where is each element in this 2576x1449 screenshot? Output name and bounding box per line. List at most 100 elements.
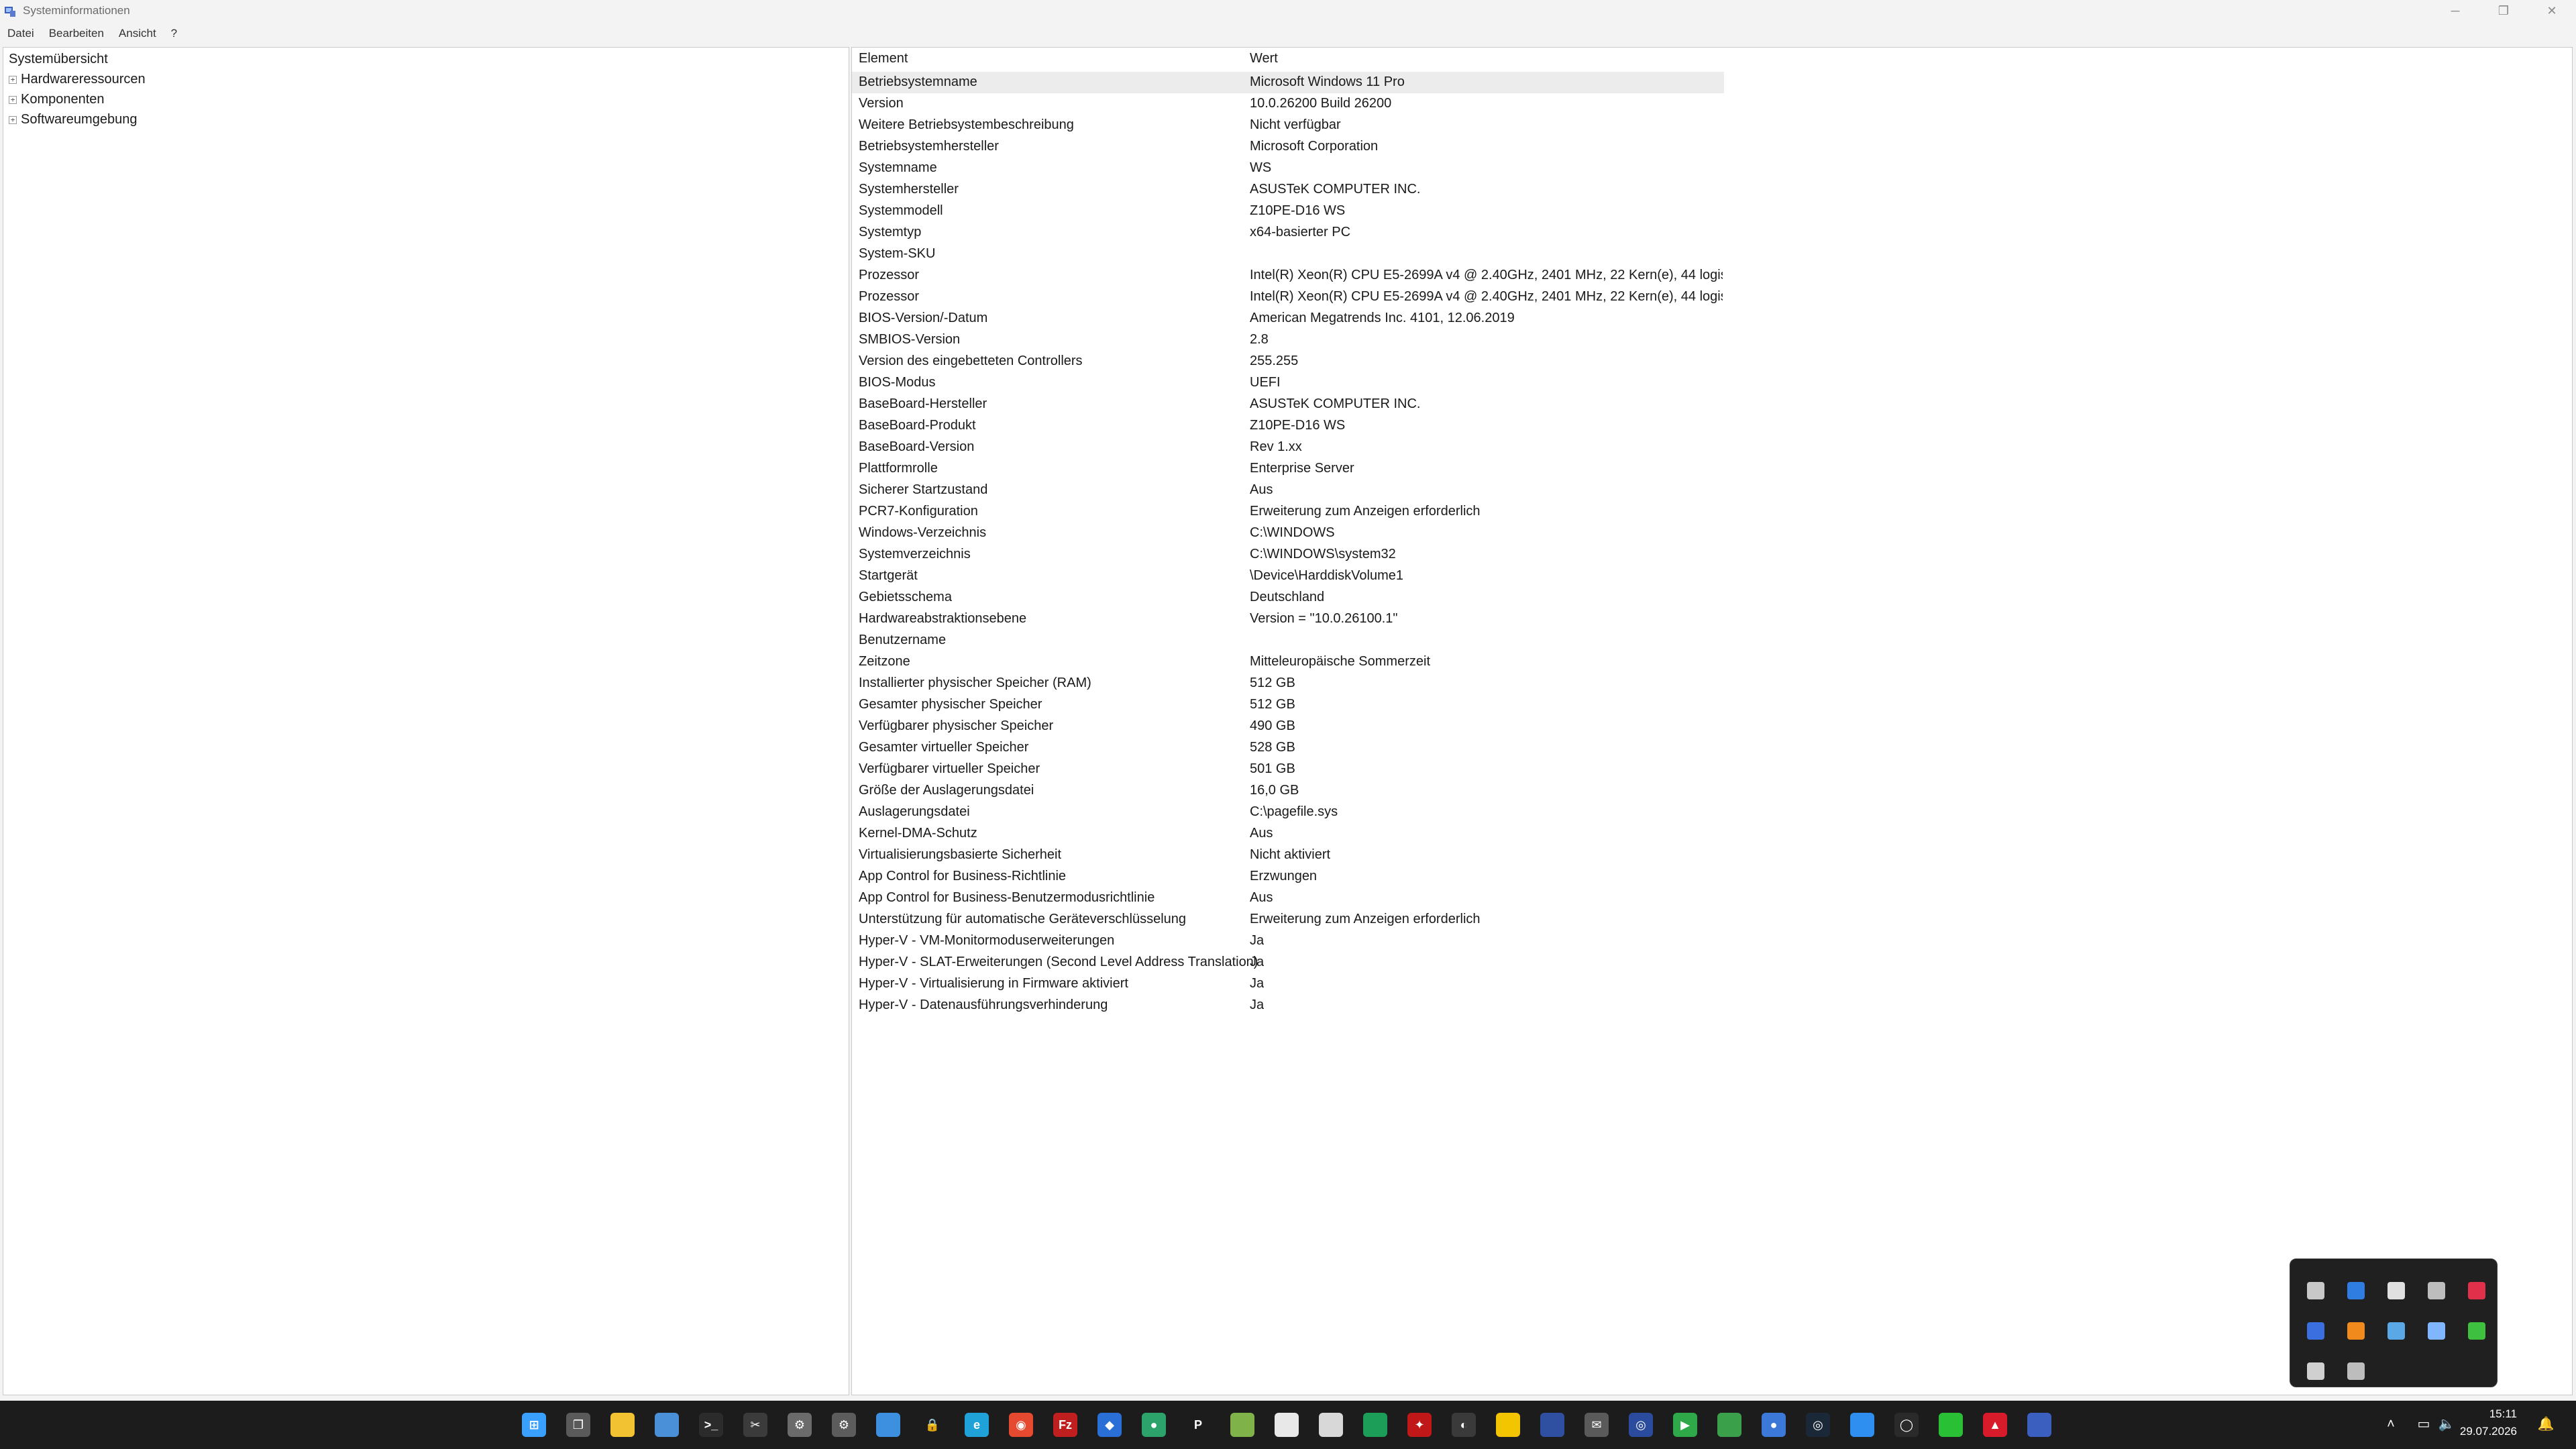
tray-app-2-icon[interactable] (2347, 1282, 2365, 1299)
table-row[interactable]: Virtualisierungsbasierte Sicherheit Nicht… (852, 845, 1724, 866)
table-row[interactable]: Systemmodell Z10PE-D16 WS (852, 201, 1724, 222)
table-row[interactable]: Größe der Auslagerungsdatei 16,0 GB (852, 780, 1724, 802)
tray-steam-icon[interactable] (2387, 1322, 2405, 1340)
app-globe-icon[interactable]: ◎ (1629, 1413, 1653, 1437)
tree-item-components[interactable]: + Komponenten (9, 92, 105, 107)
table-row[interactable]: Betriebsystemname Microsoft Windows 11 Pr… (852, 72, 1724, 93)
minimize-button[interactable]: ─ (2431, 0, 2479, 22)
settings-icon[interactable]: ⚙ (788, 1413, 812, 1437)
tray-app-9-icon[interactable] (2428, 1322, 2445, 1340)
clock-time[interactable]: 15:11 (2489, 1407, 2517, 1421)
table-row[interactable]: Sicherer Startzustand Aus (852, 480, 1724, 501)
column-header-value[interactable]: Wert (1250, 51, 1278, 66)
terminal-icon[interactable]: >_ (699, 1413, 723, 1437)
volume-icon[interactable]: 🔈 (2438, 1415, 2455, 1433)
app-drop-icon[interactable]: ● (1762, 1413, 1786, 1437)
app-monitor-icon[interactable] (1939, 1413, 1963, 1437)
table-row[interactable]: Betriebsystemhersteller Microsoft Corpora… (852, 136, 1724, 158)
photos-icon[interactable] (876, 1413, 900, 1437)
app-book-icon[interactable] (1319, 1413, 1343, 1437)
details-table[interactable]: Element Wert Betriebsystemname Microsoft … (851, 47, 2573, 1395)
table-row[interactable]: Unterstützung für automatische Gerätever… (852, 909, 1724, 930)
table-row[interactable]: Systemhersteller ASUSTeK COMPUTER INC. (852, 179, 1724, 201)
app-p-icon[interactable]: P (1186, 1413, 1210, 1437)
close-button[interactable]: ✕ (2528, 0, 2576, 22)
table-row[interactable]: BaseBoard-Produkt Z10PE-D16 WS (852, 415, 1724, 437)
table-row[interactable]: Prozessor Intel(R) Xeon(R) CPU E5-2699A v… (852, 265, 1724, 286)
app-doc-icon[interactable] (1540, 1413, 1564, 1437)
table-row[interactable]: Hyper-V - Datenausführungsverhinderung Ja (852, 995, 1724, 1016)
table-row[interactable]: Installierter physischer Speicher (RAM) 5… (852, 673, 1724, 694)
table-row[interactable]: Systemname WS (852, 158, 1724, 179)
filezilla-icon[interactable]: Fz (1053, 1413, 1077, 1437)
task-view-icon[interactable]: ❐ (566, 1413, 590, 1437)
table-row[interactable]: Kernel-DMA-Schutz Aus (852, 823, 1724, 845)
table-row[interactable]: Hyper-V - SLAT-Erweiterungen (Second Lev… (852, 952, 1724, 973)
table-row[interactable]: Systemverzeichnis C:\WINDOWS\system32 (852, 544, 1724, 566)
expand-icon[interactable]: + (9, 95, 17, 104)
app-remote-icon[interactable] (655, 1413, 679, 1437)
table-row[interactable]: Gebietsschema Deutschland (852, 587, 1724, 608)
table-row[interactable]: Zeitzone Mitteleuropäische Sommerzeit (852, 651, 1724, 673)
table-row[interactable]: App Control for Business-Benutzermodusri… (852, 888, 1724, 909)
app-arrow-icon[interactable]: ▶ (1673, 1413, 1697, 1437)
app-gauge-icon[interactable]: ◐ (1452, 1413, 1476, 1437)
menu-help[interactable]: ? (164, 23, 184, 44)
chrome-icon[interactable]: ◉ (1009, 1413, 1033, 1437)
snipping-icon[interactable]: ✂ (743, 1413, 767, 1437)
table-row[interactable]: BaseBoard-Hersteller ASUSTeK COMPUTER INC… (852, 394, 1724, 415)
notepad-icon[interactable] (1275, 1413, 1299, 1437)
msinfo-icon[interactable] (2027, 1413, 2051, 1437)
password-icon[interactable]: 🔒 (920, 1413, 945, 1437)
table-row[interactable]: Auslagerungsdatei C:\pagefile.sys (852, 802, 1724, 823)
mail-icon[interactable]: ✉ (1585, 1413, 1609, 1437)
category-tree[interactable]: Systemübersicht + Hardwareressourcen + K… (3, 47, 849, 1395)
expand-icon[interactable]: + (9, 75, 17, 84)
tray-app-1-icon[interactable] (2307, 1282, 2324, 1299)
file-explorer-icon[interactable] (610, 1413, 635, 1437)
table-row[interactable]: BIOS-Version/-Datum American Megatrends I… (852, 308, 1724, 329)
table-row[interactable]: Hyper-V - Virtualisierung in Firmware ak… (852, 973, 1724, 995)
restore-button[interactable]: ❐ (2479, 0, 2528, 22)
table-row[interactable]: System-SKU (852, 244, 1724, 265)
table-row[interactable]: Weitere Betriebsystembeschreibung Nicht v… (852, 115, 1724, 136)
notepadpp-icon[interactable] (1230, 1413, 1254, 1437)
table-row[interactable]: App Control for Business-Richtlinie Erzwu… (852, 866, 1724, 888)
menu-bearbeiten[interactable]: Bearbeiten (42, 23, 111, 44)
tray-app-10-icon[interactable] (2468, 1322, 2485, 1340)
steam-icon[interactable]: ◎ (1806, 1413, 1830, 1437)
start-icon[interactable]: ⊞ (522, 1413, 546, 1437)
app-yellow-icon[interactable] (1496, 1413, 1520, 1437)
table-row[interactable]: Systemtyp x64-basierter PC (852, 222, 1724, 244)
tray-app-6-icon[interactable] (2307, 1322, 2324, 1340)
tree-item-hardware-resources[interactable]: + Hardwareressourcen (9, 72, 146, 87)
table-row[interactable]: Hyper-V - VM-Monitormoduserweiterungen Ja (852, 930, 1724, 952)
app-chart-icon[interactable] (1850, 1413, 1874, 1437)
tray-usb-icon[interactable] (2347, 1362, 2365, 1380)
tree-item-system-summary[interactable]: Systemübersicht (9, 52, 108, 67)
app-blue-icon[interactable]: ◆ (1097, 1413, 1122, 1437)
edge-icon[interactable]: e (965, 1413, 989, 1437)
app-vs-icon[interactable] (1717, 1413, 1741, 1437)
table-row[interactable]: Startgerät \Device\HarddiskVolume1 (852, 566, 1724, 587)
table-row[interactable]: Benutzername (852, 630, 1724, 651)
table-row[interactable]: Windows-Verzeichnis C:\WINDOWS (852, 523, 1724, 544)
clock-date[interactable]: 29.07.2026 (2460, 1425, 2517, 1438)
table-row[interactable]: SMBIOS-Version 2.8 (852, 329, 1724, 351)
table-row[interactable]: Verfügbarer physischer Speicher 490 GB (852, 716, 1724, 737)
tray-app-7-icon[interactable] (2347, 1322, 2365, 1340)
app-emerald-icon[interactable] (1363, 1413, 1387, 1437)
tray-app-3-icon[interactable] (2387, 1282, 2405, 1299)
app-red-icon[interactable]: ✦ (1407, 1413, 1432, 1437)
table-row[interactable]: BIOS-Modus UEFI (852, 372, 1724, 394)
amd-icon[interactable]: ▲ (1983, 1413, 2007, 1437)
table-row[interactable]: PCR7-Konfiguration Erweiterung zum Anzeig… (852, 501, 1724, 523)
table-row[interactable]: Gesamter physischer Speicher 512 GB (852, 694, 1724, 716)
tree-item-software-environment[interactable]: + Softwareumgebung (9, 112, 137, 127)
table-row[interactable]: Version des eingebetteten Controllers 255… (852, 351, 1724, 372)
chevron-up-icon[interactable]: ˄ (2382, 1415, 2400, 1433)
table-row[interactable]: Gesamter virtueller Speicher 528 GB (852, 737, 1724, 759)
control-panel-icon[interactable]: ⚙ (832, 1413, 856, 1437)
expand-icon[interactable]: + (9, 115, 17, 124)
table-row[interactable]: Verfügbarer virtueller Speicher 501 GB (852, 759, 1724, 780)
